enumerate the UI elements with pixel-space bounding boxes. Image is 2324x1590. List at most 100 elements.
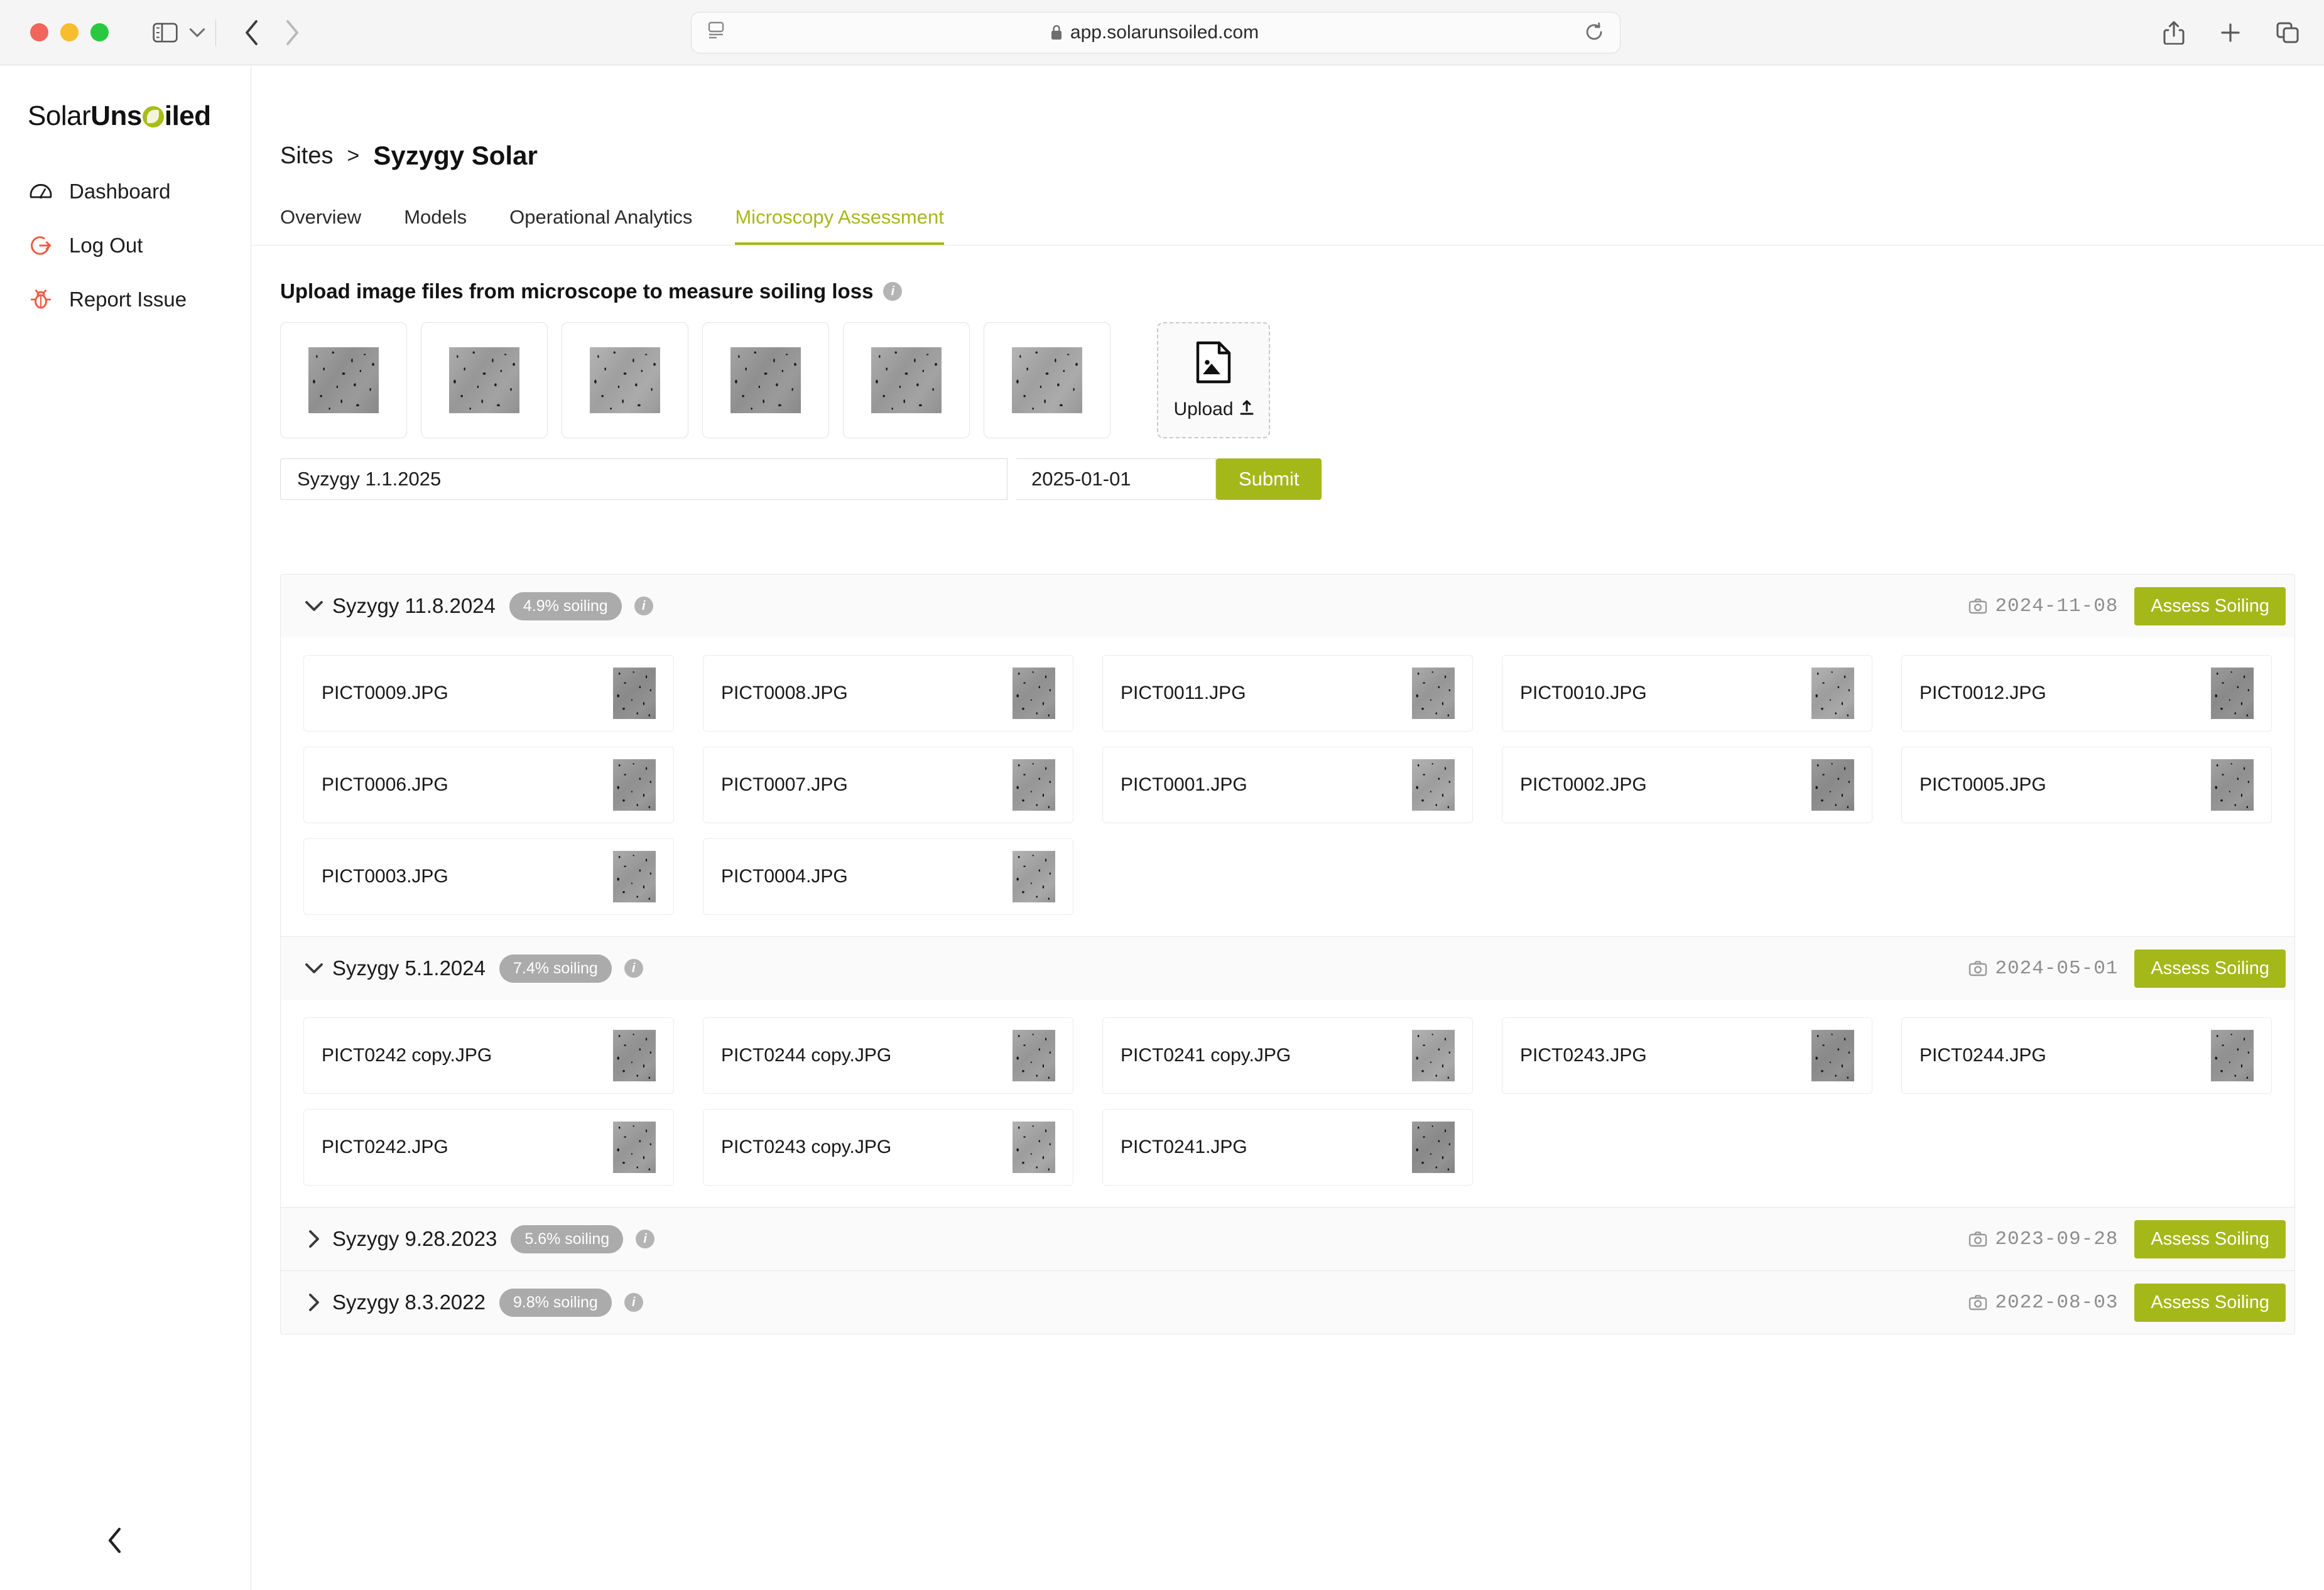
logo-uns: Uns <box>90 100 142 131</box>
reload-icon[interactable] <box>1585 22 1604 43</box>
tab-microscopy-assessment[interactable]: Microscopy Assessment <box>735 200 944 245</box>
logo-sun-icon <box>142 106 164 127</box>
file-card[interactable]: PICT0242.JPG <box>303 1109 674 1186</box>
plus-icon[interactable] <box>2220 22 2241 43</box>
sidebar-item-log-out[interactable]: Log Out <box>0 219 251 273</box>
toolbar-divider <box>215 19 216 46</box>
assess-soiling-button[interactable]: Assess Soiling <box>2134 1220 2286 1258</box>
file-thumbnail-image <box>1013 759 1055 811</box>
capture-date: 2022-08-03 <box>1968 1292 2118 1314</box>
file-card[interactable]: PICT0003.JPG <box>303 838 674 915</box>
chevron-right-icon[interactable] <box>300 1293 329 1312</box>
file-card[interactable]: PICT0002.JPG <box>1502 747 1872 823</box>
camera-icon <box>1968 1231 1987 1247</box>
file-card[interactable]: PICT0244 copy.JPG <box>703 1017 1073 1094</box>
maximize-window-button[interactable] <box>90 23 109 41</box>
file-name: PICT0010.JPG <box>1520 683 1647 703</box>
app-logo[interactable]: SolarUns iled <box>0 65 251 132</box>
assess-soiling-button[interactable]: Assess Soiling <box>2134 587 2286 625</box>
file-card[interactable]: PICT0004.JPG <box>703 838 1073 915</box>
sidebar-item-label: Log Out <box>69 234 143 257</box>
file-thumbnail-image <box>1013 1030 1055 1081</box>
sidebar-collapse-button[interactable] <box>107 1527 123 1557</box>
assess-soiling-button[interactable]: Assess Soiling <box>2134 949 2286 988</box>
file-card[interactable]: PICT0243.JPG <box>1502 1017 1872 1094</box>
chevron-right-icon[interactable] <box>300 1230 329 1248</box>
info-icon[interactable]: i <box>883 282 903 301</box>
file-card[interactable]: PICT0008.JPG <box>703 655 1073 732</box>
assessment-title: Syzygy 5.1.2024 <box>332 956 486 980</box>
file-card[interactable]: PICT0009.JPG <box>303 655 674 732</box>
file-thumbnail-image <box>613 1030 656 1081</box>
tab-models[interactable]: Models <box>404 200 467 245</box>
assessment-section-header[interactable]: Syzygy 8.3.2022 9.8% soiling i 2022-08-03 As… <box>281 1271 2294 1334</box>
assessment-section: Syzygy 9.28.2023 5.6% soiling i 2023-09-28 A… <box>281 1208 2294 1271</box>
file-thumbnail-image <box>1811 759 1854 811</box>
info-icon[interactable]: i <box>624 959 643 978</box>
sidebar-item-dashboard[interactable]: Dashboard <box>0 165 251 219</box>
upload-dropzone[interactable]: Upload <box>1157 322 1270 438</box>
assessment-section: Syzygy 5.1.2024 7.4% soiling i 2024-05-01 As… <box>281 937 2294 1208</box>
file-card[interactable]: PICT0241 copy.JPG <box>1102 1017 1473 1094</box>
reader-view-icon[interactable] <box>708 21 724 43</box>
close-window-button[interactable] <box>30 23 48 41</box>
file-card[interactable]: PICT0001.JPG <box>1102 747 1473 823</box>
uploaded-thumbnail[interactable] <box>843 322 970 438</box>
chevron-down-icon[interactable] <box>300 962 329 975</box>
info-icon[interactable]: i <box>624 1293 643 1312</box>
uploaded-thumbnail[interactable] <box>280 322 407 438</box>
file-name: PICT0243 copy.JPG <box>721 1137 892 1157</box>
uploaded-thumbnail[interactable] <box>421 322 548 438</box>
back-arrow-icon[interactable] <box>245 19 259 45</box>
file-image-icon <box>1195 340 1232 387</box>
file-card[interactable]: PICT0241.JPG <box>1102 1109 1473 1186</box>
chevron-down-icon[interactable] <box>300 600 329 612</box>
sidebar-toggle-icon[interactable] <box>153 23 178 43</box>
file-card[interactable]: PICT0006.JPG <box>303 747 674 823</box>
upload-label: Upload <box>1173 399 1234 419</box>
assess-soiling-button[interactable]: Assess Soiling <box>2134 1283 2286 1322</box>
file-card[interactable]: PICT0242 copy.JPG <box>303 1017 674 1094</box>
share-icon[interactable] <box>2163 21 2185 45</box>
file-card[interactable]: PICT0244.JPG <box>1901 1017 2272 1094</box>
file-card[interactable]: PICT0010.JPG <box>1502 655 1872 732</box>
info-icon[interactable]: i <box>636 1230 655 1248</box>
assessment-section-header[interactable]: Syzygy 9.28.2023 5.6% soiling i 2023-09-28 A… <box>281 1208 2294 1270</box>
assessment-date-field[interactable] <box>1016 458 1300 500</box>
chevron-down-icon[interactable] <box>189 28 205 38</box>
forward-arrow-icon[interactable] <box>285 19 299 45</box>
file-card[interactable]: PICT0243 copy.JPG <box>703 1109 1073 1186</box>
assessment-section-header[interactable]: Syzygy 5.1.2024 7.4% soiling i 2024-05-01 As… <box>281 937 2294 1000</box>
file-card[interactable]: PICT0007.JPG <box>703 747 1073 823</box>
minimize-window-button[interactable] <box>60 23 79 41</box>
uploaded-thumbnail[interactable] <box>702 322 829 438</box>
address-bar[interactable]: app.solarunsoiled.com <box>691 11 1621 53</box>
capture-date-text: 2023-09-28 <box>1995 1228 2119 1250</box>
file-name: PICT0241 copy.JPG <box>1121 1045 1291 1066</box>
sidebar: SolarUns iled Dashboard Log Out Report Is… <box>0 65 251 1590</box>
tab-overview[interactable]: Overview <box>280 200 361 245</box>
file-thumbnail-image <box>613 1122 656 1173</box>
uploaded-thumbnail[interactable] <box>984 322 1110 438</box>
file-card[interactable]: PICT0005.JPG <box>1901 747 2272 823</box>
submit-button[interactable]: Submit <box>1216 458 1322 500</box>
file-name: PICT0242 copy.JPG <box>322 1045 492 1066</box>
tab-operational-analytics[interactable]: Operational Analytics <box>509 200 692 245</box>
info-icon[interactable]: i <box>634 597 653 615</box>
file-name: PICT0244.JPG <box>1919 1045 2046 1066</box>
sidebar-item-report-issue[interactable]: Report Issue <box>0 273 251 327</box>
file-card[interactable]: PICT0012.JPG <box>1901 655 2272 732</box>
tabs-overview-icon[interactable] <box>2276 22 2299 43</box>
sidebar-item-label: Dashboard <box>69 180 171 203</box>
assessment-name-input[interactable] <box>280 458 1007 500</box>
browser-chrome: app.solarunsoiled.com <box>0 0 2324 65</box>
file-name: PICT0242.JPG <box>322 1137 448 1157</box>
assessment-title: Syzygy 8.3.2022 <box>332 1290 486 1314</box>
file-card[interactable]: PICT0011.JPG <box>1102 655 1473 732</box>
lock-icon <box>1050 24 1063 41</box>
camera-icon <box>1968 598 1987 614</box>
assessment-section-header[interactable]: Syzygy 11.8.2024 4.9% soiling i 2024-11-08 A… <box>281 575 2294 637</box>
uploaded-thumbnail[interactable] <box>562 322 688 438</box>
camera-icon <box>1968 960 1987 976</box>
breadcrumb-parent-link[interactable]: Sites <box>280 143 333 170</box>
